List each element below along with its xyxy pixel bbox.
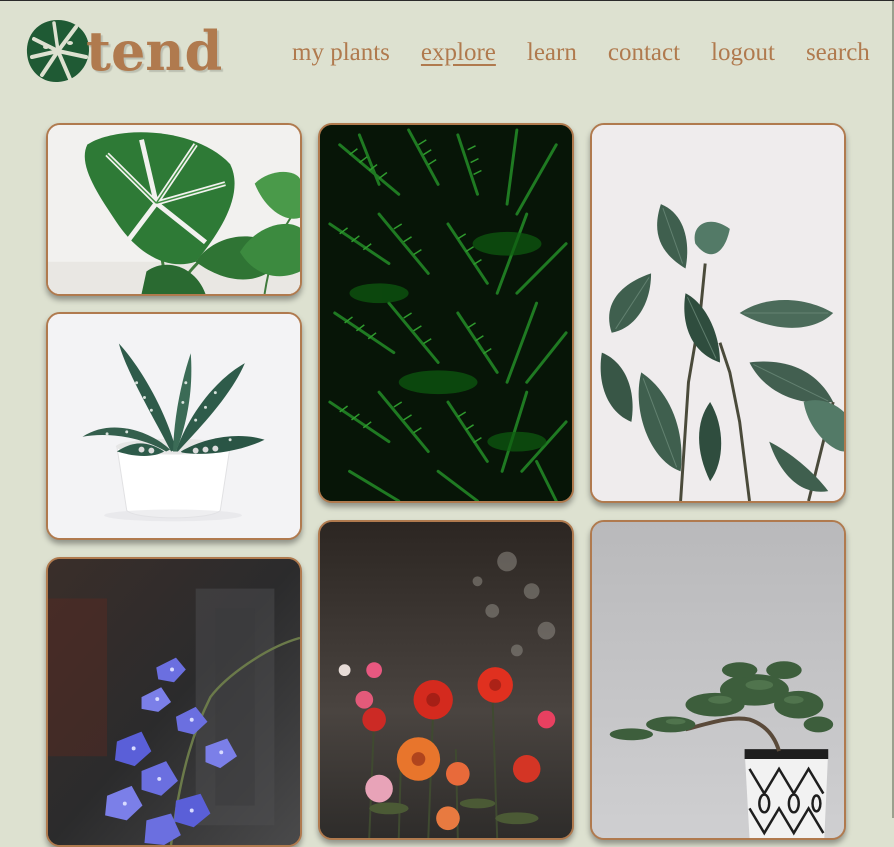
succulent-white-pot-photo[interactable] [46,312,302,540]
rubber-plant-photo[interactable] [590,123,846,503]
nav-explore[interactable]: explore [421,39,496,67]
nav-my-plants[interactable]: my plants [292,39,390,67]
bonsai-patterned-pot-photo[interactable] [590,520,846,840]
nav-contact[interactable]: contact [608,39,680,67]
red-dahlia-flowers-photo[interactable] [318,520,574,840]
nav-logout[interactable]: logout [711,39,775,67]
succulent-image [48,314,300,538]
bonsai-image [592,522,844,838]
dahlia-image [320,522,572,838]
rubber-plant-image [592,125,844,501]
blue-orchid-photo[interactable] [46,557,302,847]
fern-leaves-photo[interactable] [318,123,574,503]
monstera-plant-image [48,125,300,294]
monstera-leaf-icon [26,20,90,83]
fern-image [320,125,572,501]
brand-name: tend [86,19,223,83]
main-nav: my plants explore learn contact logout s… [292,39,870,67]
nav-learn[interactable]: learn [527,39,577,67]
nav-search[interactable]: search [806,39,870,67]
brand-logo[interactable]: tend [24,15,223,87]
monstera-plant-photo[interactable] [46,123,302,296]
orchid-image [48,559,300,845]
